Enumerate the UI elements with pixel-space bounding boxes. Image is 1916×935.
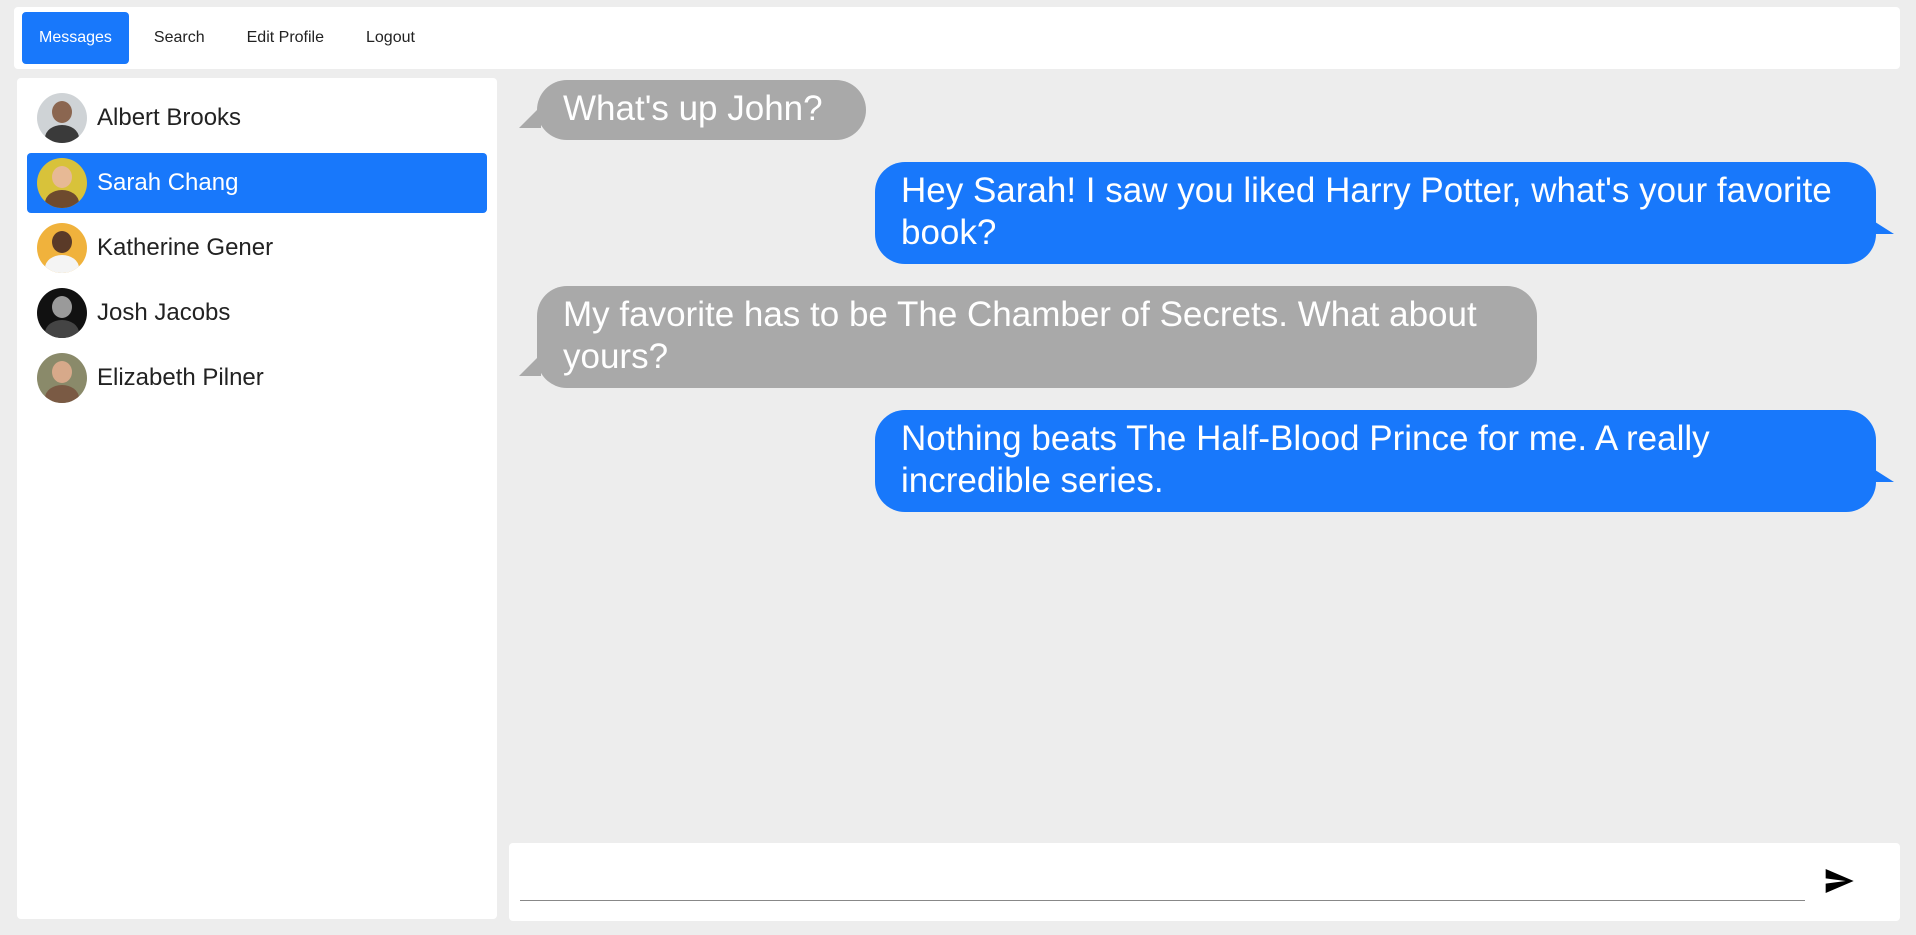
message-incoming: My favorite has to be The Chamber of Sec…: [519, 286, 1537, 388]
avatar: [37, 223, 87, 273]
contact-name: Josh Jacobs: [97, 299, 231, 326]
contact-name: Elizabeth Pilner: [97, 364, 264, 391]
contact-name: Sarah Chang: [97, 169, 239, 196]
avatar: [37, 288, 87, 338]
contact-elizabeth-pilner[interactable]: Elizabeth Pilner: [27, 348, 487, 408]
nav-messages[interactable]: Messages: [22, 12, 129, 64]
contact-name: Albert Brooks: [97, 104, 242, 131]
nav-logout[interactable]: Logout: [349, 12, 432, 64]
contact-name: Katherine Gener: [97, 234, 274, 261]
contact-sarah-chang[interactable]: Sarah Chang: [27, 153, 487, 213]
nav-edit-profile[interactable]: Edit Profile: [230, 12, 341, 64]
contact-katherine-gener[interactable]: Katherine Gener: [27, 218, 487, 278]
contact-josh-jacobs[interactable]: Josh Jacobs: [27, 283, 487, 343]
message-input[interactable]: [520, 853, 1805, 901]
contacts-sidebar: Albert Brooks Sarah Chang Katherine Gene…: [17, 78, 497, 919]
send-button[interactable]: [1823, 865, 1859, 901]
chat-thread: What's up John? Hey Sarah! I saw you lik…: [509, 78, 1900, 838]
send-icon: [1825, 869, 1854, 893]
avatar: [37, 93, 87, 143]
message-incoming: What's up John?: [519, 80, 866, 140]
avatar: [37, 158, 87, 208]
message-composer: [509, 843, 1900, 921]
top-navbar: Messages Search Edit Profile Logout: [14, 7, 1900, 69]
contact-albert-brooks[interactable]: Albert Brooks: [27, 88, 487, 148]
avatar: [37, 353, 87, 403]
message-outgoing: Nothing beats The Half-Blood Prince for …: [875, 410, 1894, 512]
message-outgoing: Hey Sarah! I saw you liked Harry Potter,…: [875, 162, 1894, 264]
nav-search[interactable]: Search: [137, 12, 222, 64]
